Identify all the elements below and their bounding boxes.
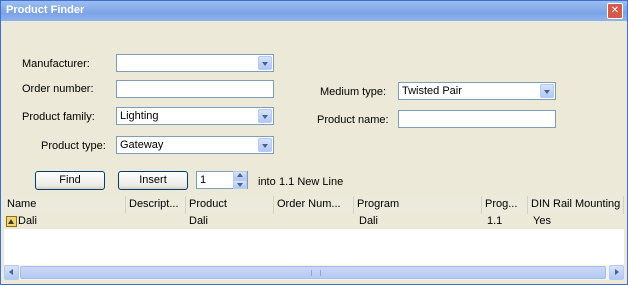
product-finder-window: Product Finder ✕ Manufacturer: Order num… [0,0,628,285]
product-family-label: Product family: [22,111,95,123]
row-order-number [274,214,277,229]
column-header-prog[interactable]: Prog... [482,196,528,214]
title-bar[interactable]: Product Finder ✕ [1,1,627,21]
quantity-value: 1 [200,174,207,186]
product-name-input[interactable] [398,110,556,128]
quantity-spin-buttons[interactable] [233,171,247,189]
product-type-value: Gateway [120,139,164,151]
column-header-description[interactable]: Descript... [126,196,186,214]
row-prog: 1.1 [487,215,503,227]
window-title: Product Finder [6,4,85,16]
spin-up-icon[interactable] [233,171,247,180]
grip-icon [311,270,321,276]
close-icon: ✕ [610,5,620,16]
column-header-program[interactable]: Program [354,196,482,214]
column-header-din-rail[interactable]: DIN Rail Mounting [528,196,624,214]
results-header: Name Descript... Product Order Num... Pr… [4,196,624,215]
row-description [126,214,129,229]
column-header-order-number[interactable]: Order Num... [274,196,354,214]
medium-type-value: Twisted Pair [402,85,462,97]
chevron-down-icon[interactable] [258,138,272,152]
table-row[interactable]: Dali Dali Dali 1.1 Yes [4,214,624,229]
row-din-rail: Yes [533,215,551,227]
order-number-input[interactable] [116,80,274,98]
spin-down-icon[interactable] [233,180,247,189]
chevron-down-icon[interactable] [540,84,554,98]
medium-type-label: Medium type: [320,86,387,98]
medium-type-select[interactable]: Twisted Pair [398,82,556,100]
horizontal-scrollbar[interactable] [4,265,624,280]
row-name: Dali [18,215,37,227]
close-button[interactable]: ✕ [607,3,623,19]
scroll-left-icon[interactable] [4,265,19,280]
column-header-product[interactable]: Product [186,196,274,214]
product-type-label: Product type: [41,140,106,152]
manufacturer-label: Manufacturer: [22,58,90,70]
product-type-select[interactable]: Gateway [116,136,274,154]
column-header-name[interactable]: Name [4,196,126,214]
product-family-value: Lighting [120,110,159,122]
insert-button[interactable]: Insert [118,171,188,190]
scroll-thumb[interactable] [20,266,606,279]
product-family-select[interactable]: Lighting [116,107,274,125]
results-table[interactable]: Name Descript... Product Order Num... Pr… [4,196,624,280]
scroll-right-icon[interactable] [609,265,624,280]
row-program: Dali [359,215,378,227]
manufacturer-select[interactable] [116,54,274,72]
target-location: 1.1 New Line [279,176,344,188]
find-button[interactable]: Find [35,171,105,190]
row-product: Dali [189,215,208,227]
order-number-label: Order number: [22,83,94,95]
chevron-down-icon[interactable] [258,109,272,123]
into-label: into [258,176,276,188]
product-name-label: Product name: [317,114,389,126]
chevron-down-icon[interactable] [258,56,272,70]
